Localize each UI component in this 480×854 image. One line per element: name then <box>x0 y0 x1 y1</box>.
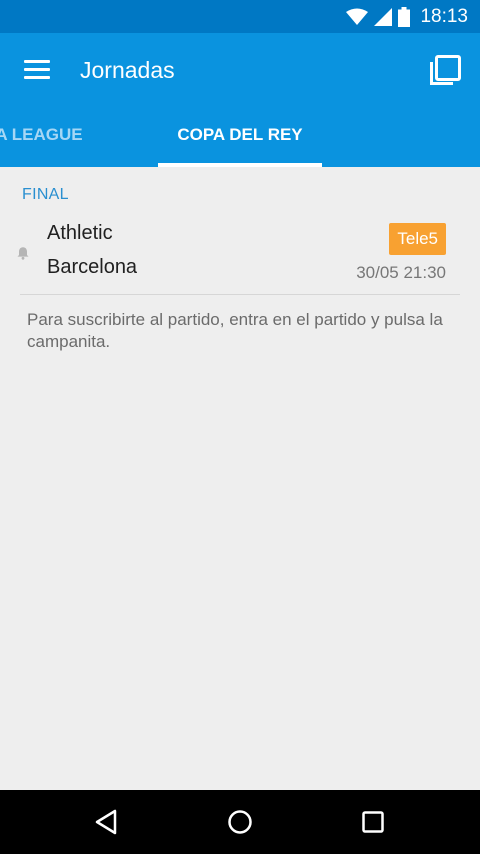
status-bar: 18:13 <box>0 0 480 33</box>
section-header: FINAL <box>22 186 69 203</box>
channel-badge: Tele5 <box>389 223 446 255</box>
tab-liga[interactable]: PA LEAGUE <box>0 108 98 167</box>
status-icons: 18:13 <box>346 0 468 33</box>
app-bar: Jornadas <box>0 33 480 108</box>
wifi-icon <box>346 8 369 25</box>
divider <box>20 294 460 295</box>
back-icon[interactable] <box>93 808 121 836</box>
tab-bar: PA LEAGUE COPA DEL REY <box>0 108 480 167</box>
tab-copa-del-rey[interactable]: COPA DEL REY <box>158 108 322 167</box>
bell-icon[interactable] <box>16 246 30 260</box>
battery-icon <box>398 6 411 27</box>
match-datetime: 30/05 21:30 <box>356 263 446 282</box>
match-row[interactable]: Athletic Barcelona Tele5 30/05 21:30 <box>0 217 480 293</box>
recents-icon[interactable] <box>359 808 387 836</box>
tab-indicator <box>158 163 322 167</box>
signal-icon <box>374 7 393 26</box>
home-icon[interactable] <box>226 808 254 836</box>
status-time: 18:13 <box>420 5 468 27</box>
home-team: Athletic <box>47 222 113 244</box>
copy-icon[interactable] <box>428 53 462 87</box>
away-team: Barcelona <box>47 256 138 278</box>
menu-icon[interactable] <box>24 60 50 80</box>
navigation-bar <box>0 790 480 854</box>
hint-text: Para suscribirte al partido, entra en el… <box>27 310 443 351</box>
page-title: Jornadas <box>80 57 175 83</box>
